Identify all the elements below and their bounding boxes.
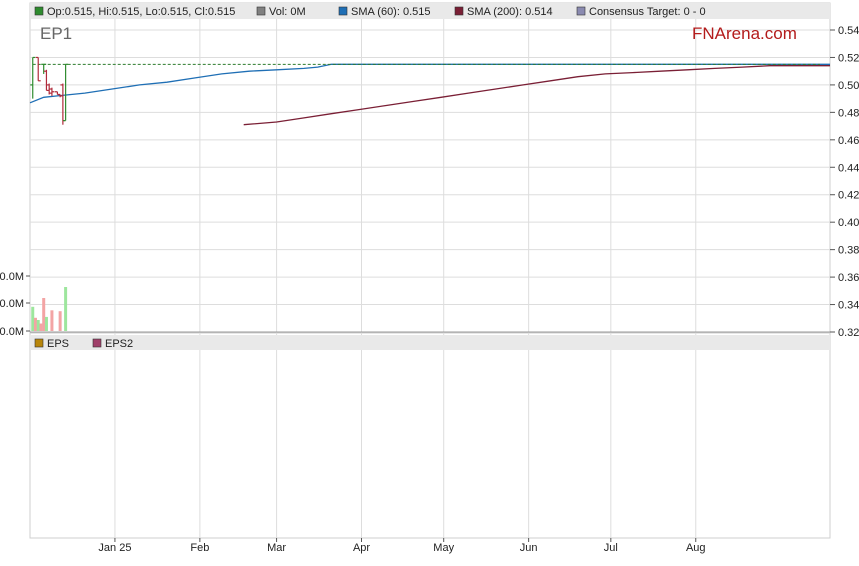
price-tick-label: 0.32 [838,327,859,339]
price-tick-label: 0.40 [838,217,859,229]
volume-axis: 0.0M 0.0M 0.0M [0,271,30,338]
price-tick-label: 0.44 [838,162,859,174]
x-axis: Jan 25 Feb Mar Apr May Jun Jul Aug [98,538,706,554]
x-tick-label: Apr [353,542,370,554]
legend-swatch [576,6,586,16]
legend-item-label: Vol: 0M [269,6,306,18]
brand-logo: FNArena.com [692,24,797,43]
eps-panel [29,332,831,539]
legend-item-label: Consensus Target: 0 - 0 [589,6,706,18]
price-axis: 0.54 0.52 0.50 0.48 0.46 0.44 0.42 0.40 0.38 0.36… [830,25,859,339]
legend-item-label: EPS [47,338,69,350]
legend-swatch [338,6,348,16]
volume-bar [42,298,46,331]
price-tick-label: 0.38 [838,245,859,257]
volume-tick-label: 0.0M [0,271,24,283]
price-tick-label: 0.36 [838,272,859,284]
legend-swatch [34,6,44,16]
price-tick-label: 0.52 [838,52,859,64]
x-tick-label: Jul [604,542,618,554]
volume-bar [44,316,48,331]
legend-item-label: SMA (60): 0.515 [351,6,431,18]
x-tick-label: Jan 25 [98,542,131,554]
legend-swatch [256,6,266,16]
x-tick-label: Aug [686,542,706,554]
ticker-title: EP1 [40,24,72,43]
price-panel [29,2,831,334]
volume-bar [39,323,43,331]
stock-chart: Op:0.515, Hi:0.515, Lo:0.515, Cl:0.515 Vo… [0,2,859,554]
price-tick-label: 0.50 [838,80,859,92]
legend-swatch [454,6,464,16]
volume-tick-label: 0.0M [0,326,24,338]
price-tick-label: 0.54 [838,25,859,37]
price-tick-label: 0.42 [838,190,859,202]
volume-bar [33,317,37,331]
price-tick-label: 0.48 [838,107,859,119]
volume-bar [31,306,35,331]
legend-item-label: EPS2 [105,338,133,350]
volume-tick-label: 0.0M [0,298,24,310]
x-tick-label: Mar [267,542,286,554]
volume-bar [36,320,40,331]
volume-bar [58,311,62,331]
x-tick-label: May [433,542,454,554]
legend-item-label: Op:0.515, Hi:0.515, Lo:0.515, Cl:0.515 [47,6,235,18]
legend-main: Op:0.515, Hi:0.515, Lo:0.515, Cl:0.515 Vo… [34,6,706,18]
legend-bar-lower [30,335,830,350]
x-tick-label: Feb [190,542,209,554]
price-tick-label: 0.34 [838,300,859,312]
volume-bar [50,310,54,331]
price-tick-label: 0.46 [838,135,859,147]
volume-bar [64,287,68,331]
x-tick-label: Jun [520,542,538,554]
legend-swatch [34,338,44,348]
legend-item-label: SMA (200): 0.514 [467,6,553,18]
legend-swatch [92,338,102,348]
